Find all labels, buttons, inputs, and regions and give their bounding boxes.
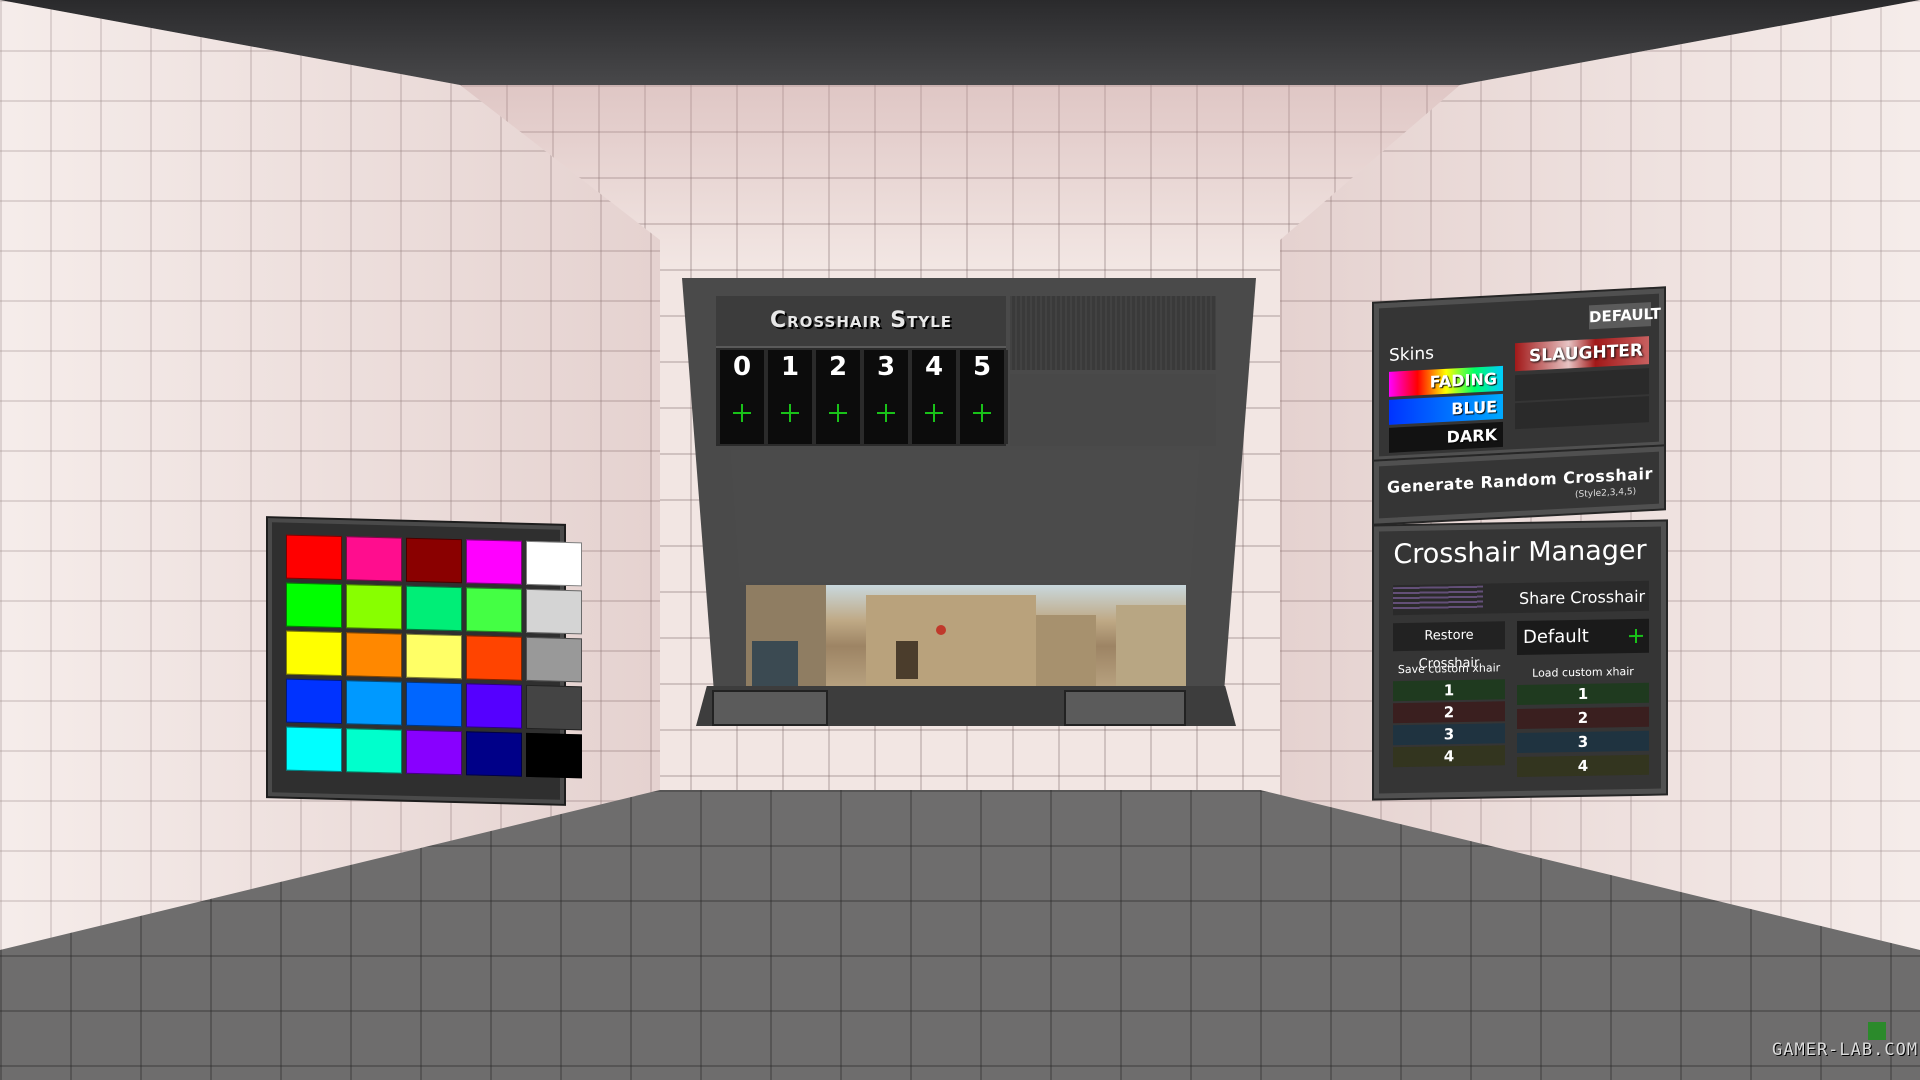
share-crosshair-label: Share Crosshair <box>1519 586 1646 609</box>
booth-side-panel <box>1010 296 1216 370</box>
save-slot-4-button[interactable]: 4 <box>1393 745 1505 768</box>
color-swatch-4[interactable] <box>466 539 522 585</box>
color-swatch-25[interactable] <box>526 732 582 779</box>
crosshair-manager-board: Crosshair Manager Share Crosshair Restor… <box>1374 521 1666 799</box>
map-preview-window <box>746 585 1186 687</box>
building-right <box>1036 615 1096 687</box>
crosshair-style-0-button[interactable]: 0 <box>720 350 768 444</box>
share-code-preview <box>1393 585 1483 612</box>
color-swatch-19[interactable] <box>466 683 522 729</box>
save-slot-1-button[interactable]: 1 <box>1393 679 1505 702</box>
crosshair-preview-icon <box>925 404 943 422</box>
load-custom-label: Load custom xhair <box>1532 665 1634 680</box>
restore-crosshair-button[interactable]: Restore Crosshair <box>1393 621 1505 672</box>
color-swatch-3[interactable] <box>406 537 462 584</box>
color-swatch-11[interactable] <box>286 630 342 677</box>
skin-dark-button[interactable]: DARK <box>1389 421 1503 453</box>
color-swatch-6[interactable] <box>286 582 342 629</box>
style-number: 5 <box>972 352 992 382</box>
crosshair-preview-icon <box>877 404 895 422</box>
booth-side-panel-lower <box>1010 374 1216 446</box>
skin-fading-button[interactable]: FADING <box>1389 365 1503 397</box>
color-swatch-17[interactable] <box>346 680 402 726</box>
skin-empty-slot <box>1515 396 1649 430</box>
color-swatch-15[interactable] <box>526 636 582 683</box>
crosshair-preview-icon <box>829 404 847 422</box>
color-swatch-20[interactable] <box>526 684 582 731</box>
crosshair-preview-icon <box>973 404 991 422</box>
color-swatch-9[interactable] <box>466 587 522 633</box>
color-swatch-2[interactable] <box>346 536 402 582</box>
color-swatch-1[interactable] <box>286 534 342 581</box>
current-crosshair-value: Default <box>1523 625 1589 648</box>
color-palette-grid <box>286 534 582 779</box>
color-swatch-13[interactable] <box>406 633 462 680</box>
load-slot-4-button[interactable]: 4 <box>1517 754 1649 778</box>
save-slot-2-button[interactable]: 2 <box>1393 701 1505 724</box>
color-swatch-23[interactable] <box>406 729 462 776</box>
color-swatch-21[interactable] <box>286 726 342 773</box>
watermark: GAMER-LAB.COM <box>1772 1040 1919 1060</box>
current-crosshair-field: Default <box>1517 618 1649 656</box>
crosshair-preview-icon <box>733 404 751 422</box>
color-swatch-18[interactable] <box>406 681 462 728</box>
save-slot-3-button[interactable]: 3 <box>1393 723 1505 746</box>
doorway <box>896 641 918 679</box>
load-slot-1-button[interactable]: 1 <box>1517 682 1649 706</box>
crosshair-style-1-button[interactable]: 1 <box>768 350 816 444</box>
skin-slaughter-button[interactable]: SLAUGHTER <box>1515 336 1649 372</box>
color-swatch-8[interactable] <box>406 585 462 632</box>
style-number: 4 <box>924 352 944 382</box>
style-number: 3 <box>876 352 896 382</box>
crosshair-manager-title: Crosshair Manager <box>1393 534 1647 571</box>
color-swatch-16[interactable] <box>286 678 342 725</box>
save-custom-label: Save custom xhair <box>1397 661 1501 677</box>
color-swatch-22[interactable] <box>346 728 402 774</box>
color-palette-board <box>268 518 582 804</box>
crosshair-preview-icon <box>781 404 799 422</box>
booth-lower-panel <box>730 450 1200 582</box>
skins-label: Skins <box>1389 343 1434 366</box>
watermark-logo-icon <box>1868 1022 1886 1040</box>
crosshair-style-3-button[interactable]: 3 <box>864 350 912 444</box>
load-slot-2-button[interactable]: 2 <box>1517 706 1649 730</box>
load-slot-3-button[interactable]: 3 <box>1517 730 1649 754</box>
style-number: 0 <box>732 352 752 382</box>
crosshair-style-4-button[interactable]: 4 <box>912 350 960 444</box>
sign <box>936 625 946 635</box>
map-preset-thumbnail[interactable] <box>1064 690 1186 726</box>
color-swatch-12[interactable] <box>346 632 402 678</box>
color-swatch-5[interactable] <box>526 540 582 587</box>
skin-default-button[interactable]: DEFAULT <box>1589 302 1661 330</box>
color-swatch-10[interactable] <box>526 588 582 635</box>
building-far-right <box>1116 605 1186 687</box>
color-swatch-14[interactable] <box>466 635 522 681</box>
style-number: 1 <box>780 352 800 382</box>
crosshair-preview-icon <box>1629 629 1643 643</box>
crosshair-style-title: Crosshair Style <box>769 308 953 333</box>
random-crosshair-subtitle: (Style2,3,4,5) <box>1575 486 1637 501</box>
color-swatch-24[interactable] <box>466 731 522 777</box>
weapon-preset-thumbnail[interactable] <box>712 690 828 726</box>
skins-board: DEFAULT Skins FADING BLUE DARK SLAUGHTER <box>1374 288 1664 462</box>
container <box>752 641 798 687</box>
crosshair-style-2-button[interactable]: 2 <box>816 350 864 444</box>
crosshair-style-5-button[interactable]: 5 <box>960 350 1008 444</box>
skin-blue-button[interactable]: BLUE <box>1389 393 1503 425</box>
style-number: 2 <box>828 352 848 382</box>
building-center <box>866 595 1036 687</box>
color-swatch-7[interactable] <box>346 584 402 630</box>
